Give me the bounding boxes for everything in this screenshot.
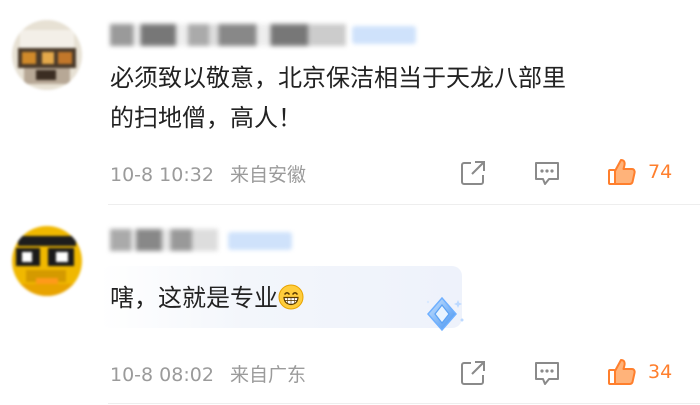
comment-icon: [535, 362, 559, 385]
comment-location: 来自广东: [229, 364, 306, 386]
share-icon: [461, 361, 485, 385]
comment-divider: [108, 403, 700, 404]
reply-button[interactable]: [532, 358, 562, 388]
comment-meta: 10-8 08:02 来自广东: [110, 360, 306, 387]
grinning-face-icon: [278, 284, 304, 310]
comment-date: 10-8 08:02: [110, 364, 214, 386]
thumbs-up-icon: [608, 359, 636, 385]
avatar[interactable]: [12, 226, 82, 296]
like-button[interactable]: [606, 356, 636, 386]
diamond-badge-icon: [426, 296, 464, 332]
username-blurred[interactable]: [110, 229, 218, 251]
comment-item-content: 嗐，这就是专业 10-8 08:02 来自广东 34: [0, 0, 700, 405]
like-count: 34: [648, 361, 673, 383]
user-badge-blurred: [228, 232, 292, 250]
share-button[interactable]: [458, 358, 488, 388]
comment-text: 嗐，这就是专业: [110, 278, 304, 318]
